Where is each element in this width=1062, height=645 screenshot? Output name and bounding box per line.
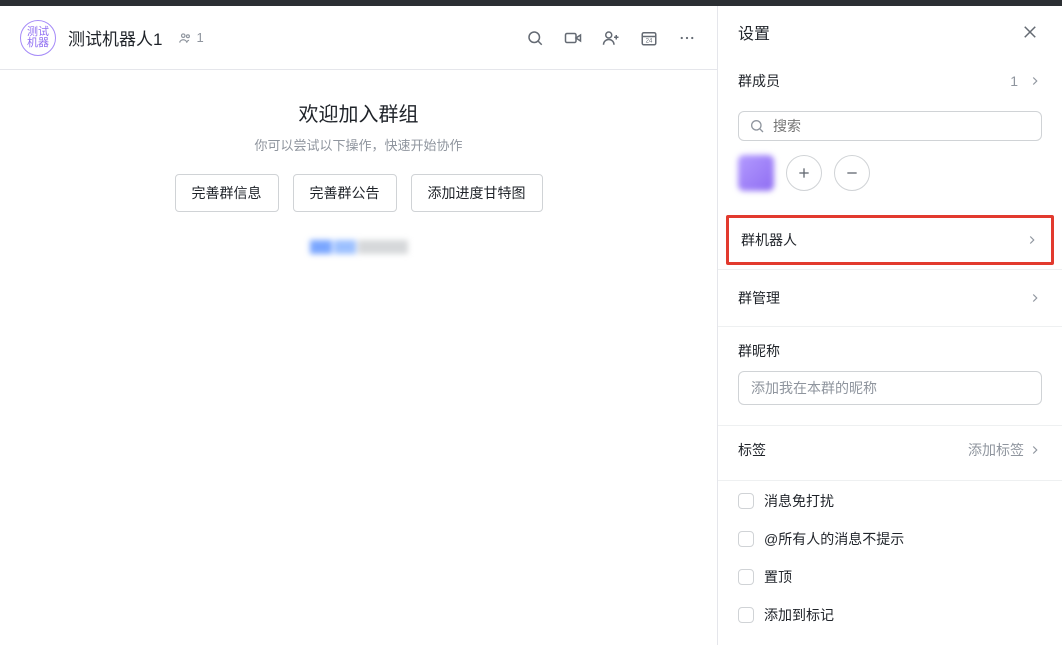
checkbox-icon — [738, 607, 754, 623]
chevron-right-icon — [1028, 443, 1042, 457]
more-icon[interactable] — [677, 28, 697, 48]
settings-header: 设置 — [718, 6, 1062, 57]
tags-label: 标签 — [738, 440, 766, 460]
nickname-label: 群昵称 — [738, 341, 1042, 361]
nickname-input[interactable] — [738, 371, 1042, 405]
group-admin-label: 群管理 — [738, 288, 780, 308]
no-at-all-label: @所有人的消息不提示 — [764, 529, 904, 549]
blurred-content — [310, 240, 408, 254]
mute-label: 消息免打扰 — [764, 491, 834, 511]
complete-group-notice-button[interactable]: 完善群公告 — [293, 174, 397, 212]
welcome-subtitle: 你可以尝试以下操作，快速开始协作 — [254, 135, 462, 154]
chat-header-actions: 24 — [525, 28, 697, 48]
settings-panel: 设置 群成员 1 — [717, 6, 1062, 645]
chat-title: 测试机器人1 — [68, 25, 162, 50]
chat-avatar-text: 测试 机器 — [27, 27, 49, 49]
chat-content: 欢迎加入群组 你可以尝试以下操作，快速开始协作 完善群信息 完善群公告 添加进度… — [0, 70, 717, 645]
member-avatar[interactable] — [738, 155, 774, 191]
add-tag-button[interactable]: 添加标签 — [968, 440, 1042, 460]
search-icon[interactable] — [525, 28, 545, 48]
members-section: 群成员 1 — [718, 57, 1062, 211]
add-mark-option[interactable]: 添加到标记 — [738, 605, 1042, 625]
members-search[interactable] — [738, 111, 1042, 141]
video-call-icon[interactable] — [563, 28, 583, 48]
chevron-right-icon — [1025, 233, 1039, 247]
checkbox-icon — [738, 531, 754, 547]
group-bots-label: 群机器人 — [741, 230, 797, 250]
chat-member-count: 1 — [178, 30, 203, 45]
app-root: 测试 机器 测试机器人1 1 — [0, 6, 1062, 645]
pin-label: 置顶 — [764, 567, 792, 587]
group-bots-row[interactable]: 群机器人 — [729, 218, 1051, 262]
chevron-right-icon — [1028, 74, 1042, 88]
options-section: 消息免打扰 @所有人的消息不提示 置顶 添加到标记 — [718, 480, 1062, 645]
plus-icon — [796, 165, 812, 181]
welcome-actions: 完善群信息 完善群公告 添加进度甘特图 — [175, 174, 543, 212]
add-mark-label: 添加到标记 — [764, 605, 834, 625]
chevron-right-icon — [1028, 291, 1042, 305]
welcome-title: 欢迎加入群组 — [299, 98, 419, 127]
nickname-section: 群昵称 — [718, 326, 1062, 425]
chat-avatar: 测试 机器 — [20, 20, 56, 56]
chat-header: 测试 机器 测试机器人1 1 — [0, 6, 717, 70]
close-icon[interactable] — [1018, 20, 1042, 44]
pin-option[interactable]: 置顶 — [738, 567, 1042, 587]
remove-member-button[interactable] — [834, 155, 870, 191]
svg-text:24: 24 — [646, 38, 653, 44]
checkbox-icon — [738, 493, 754, 509]
tags-row: 标签 添加标签 — [738, 440, 1042, 460]
tags-section: 标签 添加标签 — [718, 425, 1062, 480]
no-at-all-option[interactable]: @所有人的消息不提示 — [738, 529, 1042, 549]
group-admin-row[interactable]: 群管理 — [738, 278, 1042, 318]
complete-group-info-button[interactable]: 完善群信息 — [175, 174, 279, 212]
mute-option[interactable]: 消息免打扰 — [738, 491, 1042, 511]
add-member-button[interactable] — [786, 155, 822, 191]
members-search-input[interactable] — [773, 118, 1031, 134]
chat-main: 测试 机器 测试机器人1 1 — [0, 6, 717, 645]
group-admin-section: 群管理 — [718, 269, 1062, 326]
search-icon — [749, 118, 765, 134]
members-label: 群成员 — [738, 71, 780, 91]
people-icon — [178, 31, 192, 45]
group-bots-highlight: 群机器人 — [726, 215, 1054, 265]
members-row[interactable]: 群成员 1 — [738, 61, 1042, 101]
add-member-icon[interactable] — [601, 28, 621, 48]
add-tag-label: 添加标签 — [968, 440, 1024, 460]
members-count: 1 — [1010, 73, 1018, 89]
chat-member-count-value: 1 — [196, 30, 203, 45]
minus-icon — [844, 165, 860, 181]
member-row — [738, 155, 1042, 191]
add-gantt-button[interactable]: 添加进度甘特图 — [411, 174, 543, 212]
settings-title: 设置 — [738, 20, 770, 44]
calendar-icon[interactable]: 24 — [639, 28, 659, 48]
checkbox-icon — [738, 569, 754, 585]
chat-header-left: 测试 机器 测试机器人1 1 — [20, 20, 204, 56]
